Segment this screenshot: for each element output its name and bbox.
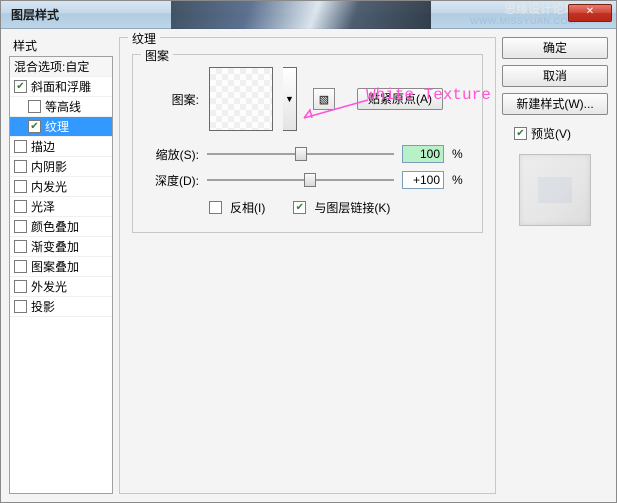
depth-input[interactable]: +100	[402, 171, 444, 189]
style-row-6[interactable]: 光泽	[10, 197, 112, 217]
blend-options-label: 混合选项:自定	[14, 58, 89, 75]
style-row-3[interactable]: 描边	[10, 137, 112, 157]
style-label: 投影	[31, 298, 55, 315]
style-checkbox[interactable]	[28, 100, 41, 113]
preview-row: 预览(V)	[514, 125, 608, 142]
scale-input[interactable]: 100	[402, 145, 444, 163]
style-row-10[interactable]: 外发光	[10, 277, 112, 297]
depth-thumb[interactable]	[304, 173, 316, 187]
style-checkbox[interactable]	[14, 220, 27, 233]
ok-button[interactable]: 确定	[502, 37, 608, 59]
cancel-button[interactable]: 取消	[502, 65, 608, 87]
snap-origin-button[interactable]: 贴紧原点(A)	[357, 88, 443, 110]
pattern-fieldset: 图案 图案: ▼ ▧ 贴紧原点(A) 缩放(S):	[132, 54, 483, 233]
style-label: 纹理	[45, 118, 69, 135]
style-checkbox[interactable]	[14, 260, 27, 273]
scale-row: 缩放(S): 100 %	[147, 145, 468, 163]
percent-unit: %	[452, 173, 468, 187]
depth-slider[interactable]	[207, 171, 394, 189]
style-checkbox[interactable]	[14, 200, 27, 213]
style-label: 内发光	[31, 178, 67, 195]
style-label: 图案叠加	[31, 258, 79, 275]
style-row-2[interactable]: 纹理	[10, 117, 112, 137]
style-row-0[interactable]: 斜面和浮雕	[10, 77, 112, 97]
actions-column: 确定 取消 新建样式(W)... 预览(V)	[502, 37, 608, 494]
pattern-label: 图案:	[147, 91, 199, 108]
pattern-dropdown[interactable]: ▼	[283, 67, 297, 131]
style-row-5[interactable]: 内发光	[10, 177, 112, 197]
link-layer-checkbox[interactable]	[293, 201, 306, 214]
style-label: 光泽	[31, 198, 55, 215]
texture-legend: 纹理	[128, 30, 160, 47]
close-button[interactable]: ✕	[568, 4, 612, 22]
window-title: 图层样式	[7, 6, 59, 23]
style-row-1[interactable]: 等高线	[10, 97, 112, 117]
style-label: 外发光	[31, 278, 67, 295]
pattern-swatch[interactable]	[209, 67, 273, 131]
preview-label: 预览(V)	[531, 125, 571, 142]
new-preset-icon[interactable]: ▧	[313, 88, 335, 110]
style-label: 斜面和浮雕	[31, 78, 91, 95]
style-label: 渐变叠加	[31, 238, 79, 255]
scale-slider[interactable]	[207, 145, 394, 163]
depth-row: 深度(D): +100 %	[147, 171, 468, 189]
style-row-11[interactable]: 投影	[10, 297, 112, 317]
style-checkbox[interactable]	[14, 300, 27, 313]
pattern-legend: 图案	[141, 47, 173, 64]
style-checkbox[interactable]	[14, 240, 27, 253]
blend-options-row[interactable]: 混合选项:自定	[10, 57, 112, 77]
style-checkbox[interactable]	[14, 80, 27, 93]
slider-track	[207, 179, 394, 181]
invert-checkbox[interactable]	[209, 201, 222, 214]
preview-thumbnail	[519, 154, 591, 226]
depth-label: 深度(D):	[147, 172, 199, 189]
scale-thumb[interactable]	[295, 147, 307, 161]
style-row-7[interactable]: 颜色叠加	[10, 217, 112, 237]
watermark-line1: 思缘设计论坛	[470, 3, 576, 15]
invert-label: 反相(I)	[230, 199, 265, 216]
style-checkbox[interactable]	[14, 140, 27, 153]
texture-fieldset: 纹理 图案 图案: ▼ ▧ 贴紧原点(A) 缩放(S):	[119, 37, 496, 494]
pattern-row: 图案: ▼ ▧ 贴紧原点(A)	[147, 67, 468, 131]
style-label: 内阴影	[31, 158, 67, 175]
watermark: 思缘设计论坛 WWW.MISSYUAN.COM	[470, 3, 576, 27]
style-row-4[interactable]: 内阴影	[10, 157, 112, 177]
styles-column: 样式 混合选项:自定 斜面和浮雕等高线纹理描边内阴影内发光光泽颜色叠加渐变叠加图…	[9, 37, 113, 494]
style-row-9[interactable]: 图案叠加	[10, 257, 112, 277]
link-layer-label: 与图层链接(K)	[314, 199, 390, 216]
styles-label: 样式	[13, 37, 113, 54]
style-label: 描边	[31, 138, 55, 155]
titlebar[interactable]: 图层样式 思缘设计论坛 WWW.MISSYUAN.COM ✕	[1, 1, 616, 29]
options-row: 反相(I) 与图层链接(K)	[209, 199, 468, 216]
titlebar-decor	[171, 1, 431, 29]
style-checkbox[interactable]	[28, 120, 41, 133]
settings-column: 纹理 图案 图案: ▼ ▧ 贴紧原点(A) 缩放(S):	[119, 37, 496, 494]
style-row-8[interactable]: 渐变叠加	[10, 237, 112, 257]
style-checkbox[interactable]	[14, 280, 27, 293]
style-checkbox[interactable]	[14, 180, 27, 193]
scale-label: 缩放(S):	[147, 146, 199, 163]
style-label: 颜色叠加	[31, 218, 79, 235]
watermark-line2: WWW.MISSYUAN.COM	[470, 15, 576, 27]
layer-style-dialog: 图层样式 思缘设计论坛 WWW.MISSYUAN.COM ✕ 样式 混合选项:自…	[0, 0, 617, 503]
preview-checkbox[interactable]	[514, 127, 527, 140]
dialog-body: 样式 混合选项:自定 斜面和浮雕等高线纹理描边内阴影内发光光泽颜色叠加渐变叠加图…	[1, 29, 616, 502]
styles-list: 混合选项:自定 斜面和浮雕等高线纹理描边内阴影内发光光泽颜色叠加渐变叠加图案叠加…	[9, 56, 113, 494]
style-checkbox[interactable]	[14, 160, 27, 173]
style-label: 等高线	[45, 98, 81, 115]
percent-unit: %	[452, 147, 468, 161]
new-style-button[interactable]: 新建样式(W)...	[502, 93, 608, 115]
